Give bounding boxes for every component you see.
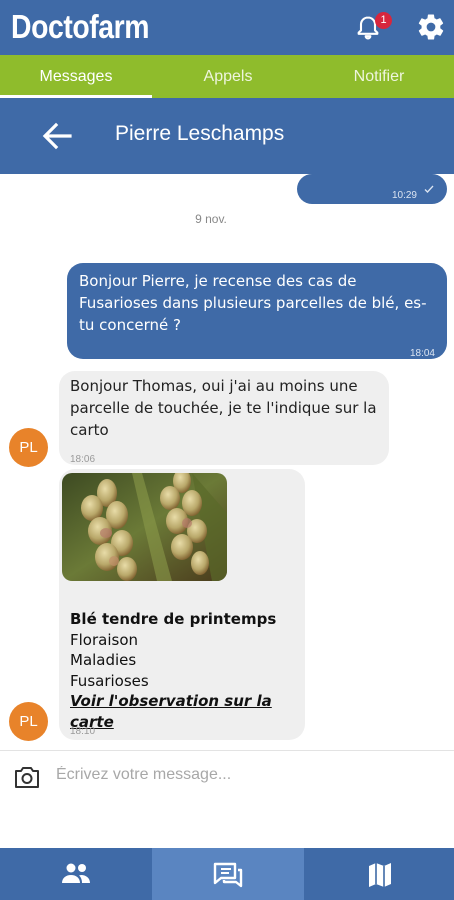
message-time: 18:06 bbox=[70, 454, 96, 465]
message-text: Bonjour Pierre, je recense des cas de Fu… bbox=[79, 272, 427, 334]
app-header: Doctofarm 1 bbox=[0, 0, 454, 55]
observation-details: Blé tendre de printemps Floraison Maladi… bbox=[70, 609, 302, 732]
view-on-map-link[interactable]: Voir l'observation sur la carte bbox=[70, 691, 302, 732]
avatar: PL bbox=[9, 428, 48, 467]
bottom-navigation bbox=[0, 848, 454, 900]
observation-stage: Floraison bbox=[70, 630, 138, 649]
people-icon bbox=[62, 863, 90, 883]
nav-messages[interactable] bbox=[152, 848, 304, 900]
nav-map[interactable] bbox=[304, 848, 454, 900]
contact-name: Pierre Leschamps bbox=[115, 122, 285, 145]
gear-icon[interactable] bbox=[416, 12, 446, 42]
tab-messages[interactable]: Messages bbox=[0, 55, 152, 98]
tab-appels[interactable]: Appels bbox=[152, 55, 304, 98]
date-separator: 9 nov. bbox=[195, 212, 227, 226]
message-bubble-outgoing[interactable]: 10:29 bbox=[297, 174, 447, 204]
arrow-left-icon[interactable] bbox=[40, 120, 74, 152]
check-icon bbox=[424, 185, 434, 193]
chat-header: Pierre Leschamps bbox=[0, 98, 454, 174]
tab-bar: Messages Appels Notifier bbox=[0, 55, 454, 98]
app-logo: Doctofarm bbox=[11, 8, 150, 45]
map-icon bbox=[369, 863, 391, 887]
observation-category: Maladies bbox=[70, 651, 137, 669]
observation-disease: Fusarioses bbox=[70, 671, 149, 690]
chat-icon bbox=[213, 862, 243, 888]
message-bubble-incoming[interactable]: Bonjour Thomas, oui j'ai au moins une pa… bbox=[59, 371, 389, 465]
notification-badge: 1 bbox=[375, 12, 392, 29]
message-text: Bonjour Thomas, oui j'ai au moins une pa… bbox=[70, 377, 377, 439]
tab-notifier[interactable]: Notifier bbox=[304, 55, 454, 98]
message-time: 18:04 bbox=[409, 348, 435, 359]
message-time: 18:10 bbox=[70, 726, 96, 737]
camera-icon[interactable] bbox=[13, 764, 41, 790]
observation-card[interactable]: Blé tendre de printemps Floraison Maladi… bbox=[59, 469, 305, 740]
avatar: PL bbox=[9, 702, 48, 741]
message-time: 10:29 bbox=[391, 190, 417, 201]
observation-crop: Blé tendre de printemps bbox=[70, 610, 277, 628]
message-bubble-outgoing[interactable]: Bonjour Pierre, je recense des cas de Fu… bbox=[67, 263, 447, 359]
wheat-photo[interactable] bbox=[62, 473, 227, 581]
message-composer bbox=[0, 750, 454, 848]
nav-contacts[interactable] bbox=[0, 848, 152, 900]
message-input[interactable] bbox=[56, 761, 436, 789]
